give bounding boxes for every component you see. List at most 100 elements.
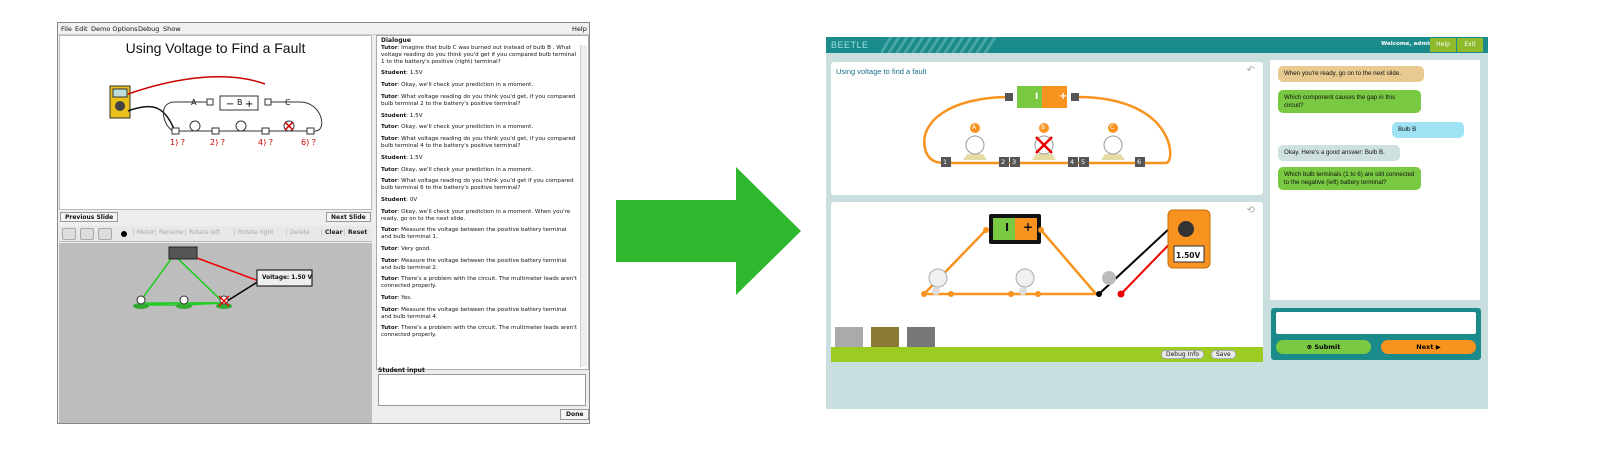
wire-tool-icon[interactable] [98, 228, 112, 240]
menu-demo-options[interactable]: Demo Options [91, 25, 137, 33]
bulb-icon [928, 268, 948, 295]
transition-arrow-icon [616, 167, 801, 295]
dialogue-speaker: Tutor [381, 294, 398, 301]
dialogue-speaker: Student [381, 70, 407, 77]
dialogue-speaker: Tutor [381, 227, 398, 234]
dialogue-speaker: Tutor [381, 136, 398, 143]
slide-title: Using Voltage to Find a Fault [125, 40, 306, 56]
battery-tool-icon [871, 327, 899, 347]
dialogue-text: 1.5V [409, 70, 423, 77]
next-button[interactable]: Next ▶ [1381, 340, 1476, 354]
next-arrow-icon: ▶ [1433, 343, 1441, 351]
dialogue-speaker: Student [381, 112, 407, 119]
question-label: 1) ? [170, 138, 185, 147]
submit-button[interactable]: ⊕ Submit [1276, 340, 1371, 354]
rotate-right-button[interactable]: Rotate right [234, 229, 274, 236]
help-button[interactable]: Help [1430, 38, 1456, 52]
dialogue-line: Tutor: What voltage reading do you think… [381, 93, 576, 107]
legacy-app-window: File Edit Demo Options Debug Show Help U… [57, 22, 590, 424]
sim-circuit [133, 246, 313, 309]
header-stripes [881, 37, 997, 53]
meter-tool-icon [907, 327, 935, 347]
debug-info-button[interactable]: Debug Info [1161, 350, 1204, 359]
save-button[interactable]: Save [1211, 350, 1236, 359]
bulb-label-c: C [285, 98, 291, 107]
bulb-label-c: C [1110, 124, 1115, 131]
dialogue-text: Okay, we'll check your prediction in a m… [401, 82, 534, 89]
dialogue-line: Tutor: Okay, we'll check your prediction… [381, 208, 571, 222]
clear-button[interactable]: Clear [321, 229, 343, 236]
bulb-icon [1015, 268, 1035, 295]
menu-file[interactable]: File [61, 25, 72, 33]
dialogue-line: Tutor: Measure the voltage between the p… [381, 306, 567, 320]
sim-toolbar: Meter Rename Rotate left Rotate right De… [59, 226, 372, 242]
dialogue-scrollbar[interactable] [580, 45, 587, 367]
dialogue-text: Measure the voltage between the positive… [381, 257, 567, 271]
menu-show[interactable]: Show [163, 25, 181, 33]
beetle-logo: BEETLE [831, 40, 869, 50]
svg-text:−: − [226, 99, 234, 110]
bulb-c-icon [1101, 135, 1125, 160]
menu-edit[interactable]: Edit [75, 25, 88, 33]
dialogue-text: 1.5V [409, 112, 423, 119]
next-slide-button[interactable]: Next Slide [326, 212, 371, 222]
menu-bar: File Edit Demo Options Debug Show Help [58, 23, 589, 35]
delete-button[interactable]: Delete [286, 229, 310, 236]
menu-debug[interactable]: Debug [138, 25, 159, 33]
battery-tool-icon[interactable] [80, 228, 94, 240]
svg-text:+: + [245, 99, 253, 110]
sim-canvas[interactable]: ⟲ I + 1.50V Debug Info Save [831, 202, 1263, 362]
chat-bubble-tutor: Okay. Here's a good answer: Bulb B. [1278, 145, 1400, 161]
chat-bubble-tutor: When you're ready, go on to the next sli… [1278, 66, 1424, 82]
dialogue-text: Okay, we'll check your prediction in a m… [381, 208, 571, 222]
reset-button[interactable]: Reset [344, 229, 367, 236]
dialogue-text: Very good. [401, 245, 432, 252]
student-input[interactable] [378, 374, 586, 406]
dialogue-speaker: Student [381, 196, 407, 203]
dialogue-text: Yes. [401, 294, 412, 301]
bulb-icon [1102, 271, 1116, 285]
node-tool-icon[interactable] [121, 231, 127, 237]
terminal-label: 5 [1081, 158, 1086, 166]
done-button[interactable]: Done [560, 409, 590, 420]
dialogue-speaker: Tutor [381, 178, 398, 185]
slide-panel: Using Voltage to Find a Fault − + A B C … [59, 35, 372, 210]
next-label: Next [1416, 343, 1434, 351]
meter-button[interactable]: Meter [133, 229, 154, 236]
bulb-tool-icon[interactable] [62, 228, 76, 240]
exit-button[interactable]: Exit [1457, 38, 1483, 52]
dialogue-line: Tutor: There's a problem with the circui… [381, 325, 577, 339]
dialogue-text: Okay, we'll check your prediction in a m… [401, 166, 534, 173]
terminal-label: 3 [1012, 158, 1017, 166]
dialogue-speaker: Tutor [381, 208, 398, 215]
dialogue-line: Student: 1.5V [381, 112, 423, 119]
chat-bubble-student: Bulb B [1392, 122, 1464, 138]
battery-icon [168, 246, 198, 260]
menu-help[interactable]: Help [572, 25, 587, 33]
dialogue-text: There's a problem with the circuit. The … [381, 276, 577, 290]
terminal-label: 4 [1070, 158, 1075, 166]
rotate-left-button[interactable]: Rotate left [185, 229, 220, 236]
sim-canvas[interactable]: Voltage: 1.50 V [59, 243, 372, 423]
chat-bubble-tutor: Which component causes the gap in this c… [1278, 90, 1421, 113]
dialogue-line: Student: 1.5V [381, 70, 423, 77]
bulb-a-icon [189, 120, 201, 132]
dialogue-speaker: Tutor [381, 124, 398, 131]
rename-button[interactable]: Rename [155, 229, 184, 236]
reply-input[interactable] [1276, 312, 1476, 334]
dialogue-line: Student: 0V [381, 196, 418, 203]
beetle-app-window: BEETLE Welcome, admin1 Help Exit Using v… [826, 37, 1488, 409]
question-label: 2) ? [210, 138, 225, 147]
dialogue-text: There's a problem with the circuit. The … [381, 325, 577, 339]
bulb-a-icon [963, 135, 987, 160]
dialogue-line: Tutor: Okay, we'll check your prediction… [381, 166, 534, 173]
previous-slide-button[interactable]: Previous Slide [60, 212, 119, 222]
welcome-text: Welcome, admin1 [1381, 41, 1437, 47]
student-input-label: Student input [378, 367, 425, 374]
dialogue-speaker: Tutor [381, 276, 398, 283]
dialogue-panel: Dialogue Tutor: Imagine that bulb C was … [376, 35, 589, 370]
battery-negative-cell [993, 218, 1015, 240]
battery-minus-label: I [1035, 92, 1039, 102]
battery-plus-label: + [1023, 220, 1034, 234]
dialogue-text: Imagine that bulb C was burned out inste… [381, 45, 577, 65]
